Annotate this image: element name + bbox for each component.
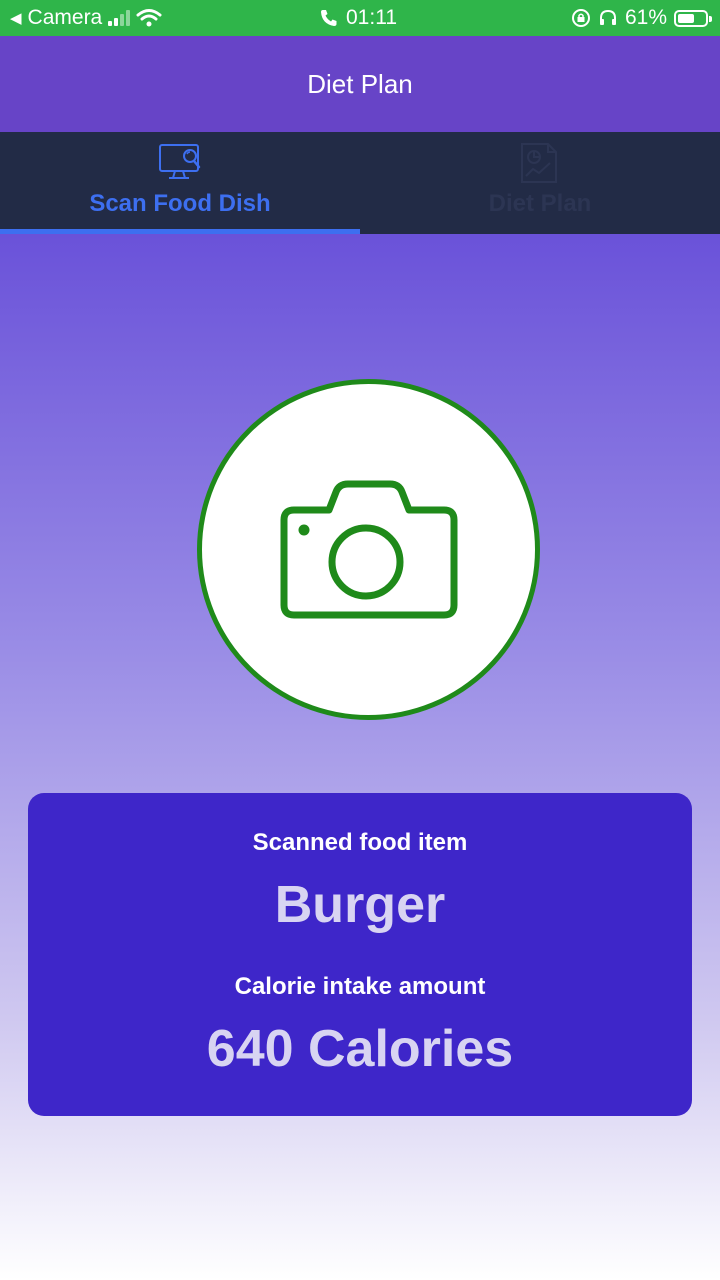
app-bar: Diet Plan [0, 36, 720, 132]
status-bar-left: ◀ Camera [10, 6, 162, 30]
status-bar-right: 61% [571, 6, 712, 30]
scan-result-card: Scanned food item Burger Calorie intake … [28, 793, 692, 1116]
rotation-lock-icon [571, 9, 590, 27]
phone-call-icon [321, 10, 337, 26]
tab-scan-food-dish[interactable]: Scan Food Dish [0, 132, 360, 230]
tab-label: Diet Plan [488, 190, 592, 217]
battery-fill [678, 13, 694, 23]
battery-cap [709, 15, 712, 22]
scan-camera-button[interactable] [197, 379, 540, 720]
clock: 01:11 [346, 6, 397, 29]
status-bar-center: 01:11 [320, 6, 397, 30]
status-bar: ◀ Camera 01:11 61% [0, 0, 720, 36]
monitor-search-icon [159, 144, 201, 179]
page-title: Diet Plan [307, 68, 413, 99]
wifi-icon [136, 9, 162, 27]
tab-diet-plan[interactable]: Diet Plan [360, 132, 720, 230]
tab-label: Scan Food Dish [89, 190, 271, 217]
tab-bar: Scan Food Dish Diet Plan [0, 132, 720, 234]
headphones-icon [599, 9, 616, 25]
scan-screen: Scanned food item Burger Calorie intake … [0, 234, 720, 1280]
calorie-intake-value: 640 Calories [206, 1020, 514, 1078]
camera-icon [280, 480, 457, 618]
battery-icon [674, 9, 712, 27]
report-chart-icon [521, 143, 557, 183]
battery-percent: 61% [624, 6, 667, 29]
scanned-food-value: Burger [274, 876, 446, 934]
back-app-label[interactable]: Camera [28, 6, 103, 30]
back-arrow-icon[interactable]: ◀ [10, 9, 22, 27]
calorie-intake-label: Calorie intake amount [234, 973, 486, 1000]
scanned-food-label: Scanned food item [252, 829, 468, 856]
cellular-signal-icon [108, 10, 131, 26]
